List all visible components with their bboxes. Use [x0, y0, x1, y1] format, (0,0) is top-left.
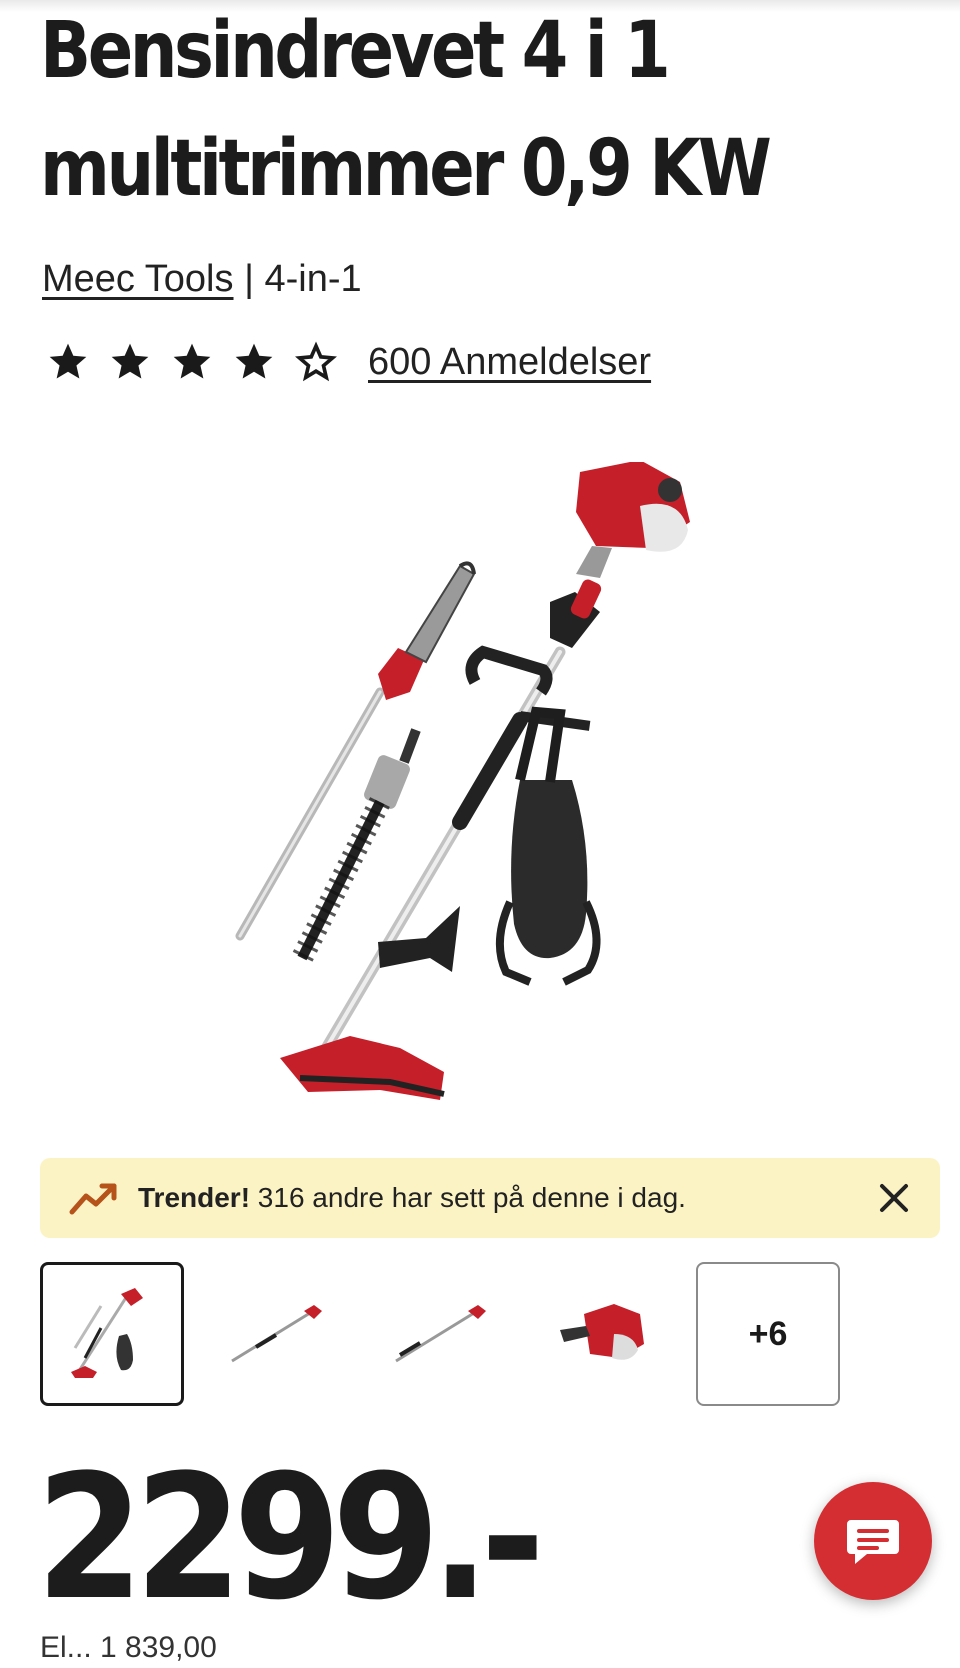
price: 2299.-: [36, 1437, 545, 1638]
product-image[interactable]: [220, 462, 740, 1162]
product-title: Bensindrevet 4 i 1 multitrimmer 0,9 KW: [40, 0, 797, 228]
harness: [495, 706, 601, 986]
star-rating: [46, 340, 338, 384]
pole-saw-attachment: [235, 561, 476, 941]
brand-separator: |: [233, 258, 265, 300]
main-trimmer: [280, 462, 690, 1100]
trend-message: 316 andre har sett på denne i dag.: [250, 1182, 686, 1213]
pole-saw-thumbnail-image: [231, 1305, 322, 1363]
close-icon[interactable]: [872, 1176, 916, 1220]
star-filled-icon: [49, 343, 87, 379]
reviews-link[interactable]: 600 Anmeldelser: [368, 341, 651, 384]
product-title-line1: Bensindrevet 4 i 1: [40, 6, 671, 96]
trend-label: Trender!: [138, 1182, 251, 1213]
rating-row: 600 Anmeldelser: [46, 334, 651, 390]
thumbnail-engine[interactable]: [532, 1262, 676, 1406]
star-outline-icon: [295, 341, 337, 382]
trend-text: Trender! 316 andre har sett på denne i d…: [138, 1178, 686, 1218]
thumbnail-pole-hedge-trimmer[interactable]: [368, 1262, 512, 1406]
chat-icon: [847, 1520, 899, 1564]
variant-label: 4-in-1: [264, 258, 362, 300]
engine-thumbnail-image: [560, 1304, 644, 1360]
partial-price-line: El... 1 839,00: [40, 1631, 217, 1664]
thumbnail-gallery: +6: [40, 1262, 860, 1406]
product-title-line2: multitrimmer 0,9 KW: [40, 124, 772, 214]
star-filled-icon: [111, 343, 149, 379]
trending-up-icon: [69, 1183, 117, 1215]
thumbnail-pole-saw[interactable]: [204, 1262, 348, 1406]
chat-button[interactable]: [814, 1482, 932, 1600]
more-images-button[interactable]: +6: [696, 1262, 840, 1406]
full-kit-thumbnail-image: [71, 1288, 143, 1378]
hedge-trimmer-thumbnail-image: [395, 1305, 486, 1363]
star-filled-icon: [235, 343, 273, 379]
star-filled-icon: [173, 343, 211, 379]
thumbnail-full-kit[interactable]: [40, 1262, 184, 1406]
brand-link[interactable]: Meec Tools: [42, 258, 234, 300]
brand-line: Meec Tools | 4-in-1: [42, 256, 362, 302]
trend-banner: Trender! 316 andre har sett på denne i d…: [40, 1158, 940, 1238]
